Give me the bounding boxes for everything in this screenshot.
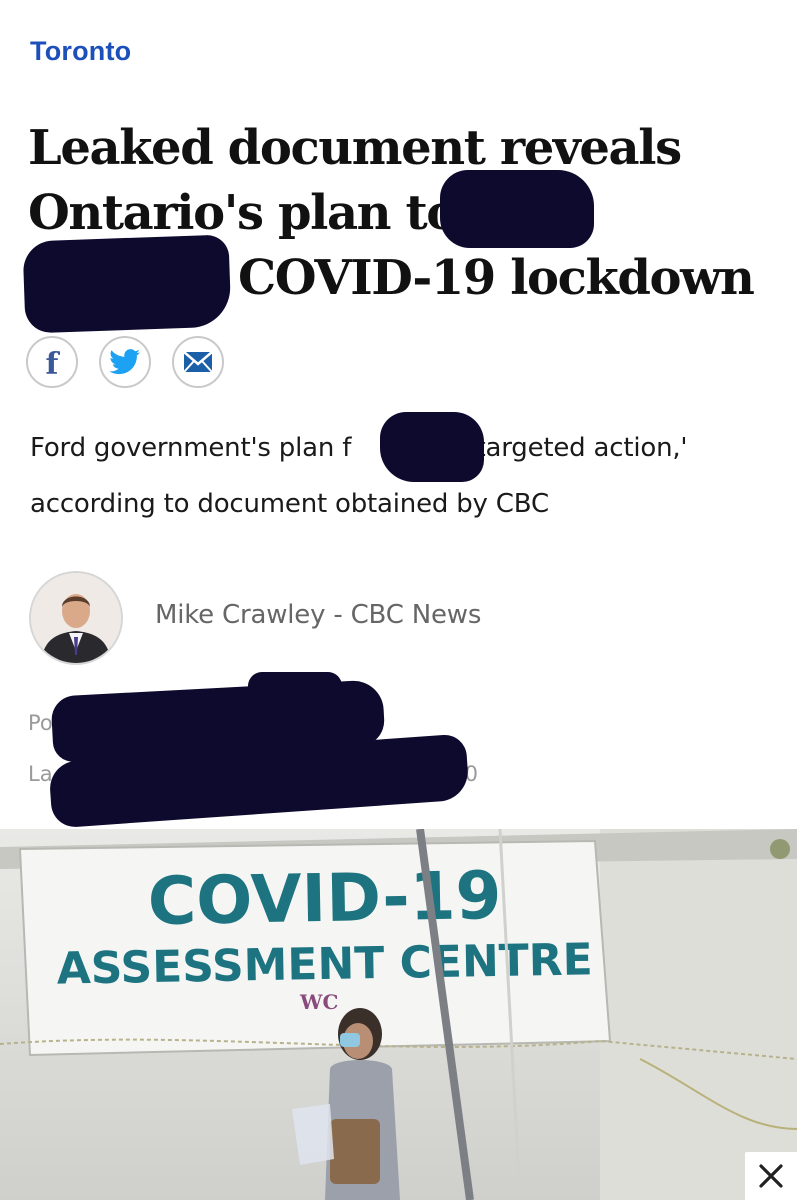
headline-line-1: Leaked document reveals xyxy=(28,120,682,176)
twitter-share-button[interactable] xyxy=(99,336,151,388)
author-avatar[interactable] xyxy=(29,571,123,665)
dek-line-1-start: Ford government's plan f xyxy=(30,433,352,463)
facebook-icon: f xyxy=(46,347,61,377)
redaction-mark xyxy=(248,672,342,702)
updated-fragment-start: La xyxy=(28,762,53,786)
section-link-toronto[interactable]: Toronto xyxy=(30,36,131,67)
close-button[interactable] xyxy=(745,1152,797,1200)
redaction-mark xyxy=(22,234,232,334)
dek-line-2: according to document obtained by CBC xyxy=(30,489,549,519)
share-bar: f xyxy=(26,336,224,388)
banner-logo: WC xyxy=(299,990,338,1014)
hero-image: COVID-19 ASSESSMENT CENTRE WC xyxy=(0,829,797,1200)
banner-line-1: COVID-19 xyxy=(147,857,502,940)
svg-text:f: f xyxy=(46,347,61,377)
headline-line-2: Ontario's plan to xyxy=(28,185,458,241)
email-icon xyxy=(183,351,213,373)
email-share-button[interactable] xyxy=(172,336,224,388)
author-byline[interactable]: Mike Crawley - CBC News xyxy=(155,600,481,630)
facebook-share-button[interactable]: f xyxy=(26,336,78,388)
banner-line-2: ASSESSMENT CENTRE xyxy=(56,934,593,994)
hero-image-scene: COVID-19 ASSESSMENT CENTRE WC xyxy=(0,829,797,1200)
close-icon xyxy=(759,1164,783,1188)
author-photo xyxy=(31,573,121,663)
redaction-mark xyxy=(380,412,484,482)
twitter-icon xyxy=(109,349,140,375)
redaction-mark xyxy=(440,170,594,248)
